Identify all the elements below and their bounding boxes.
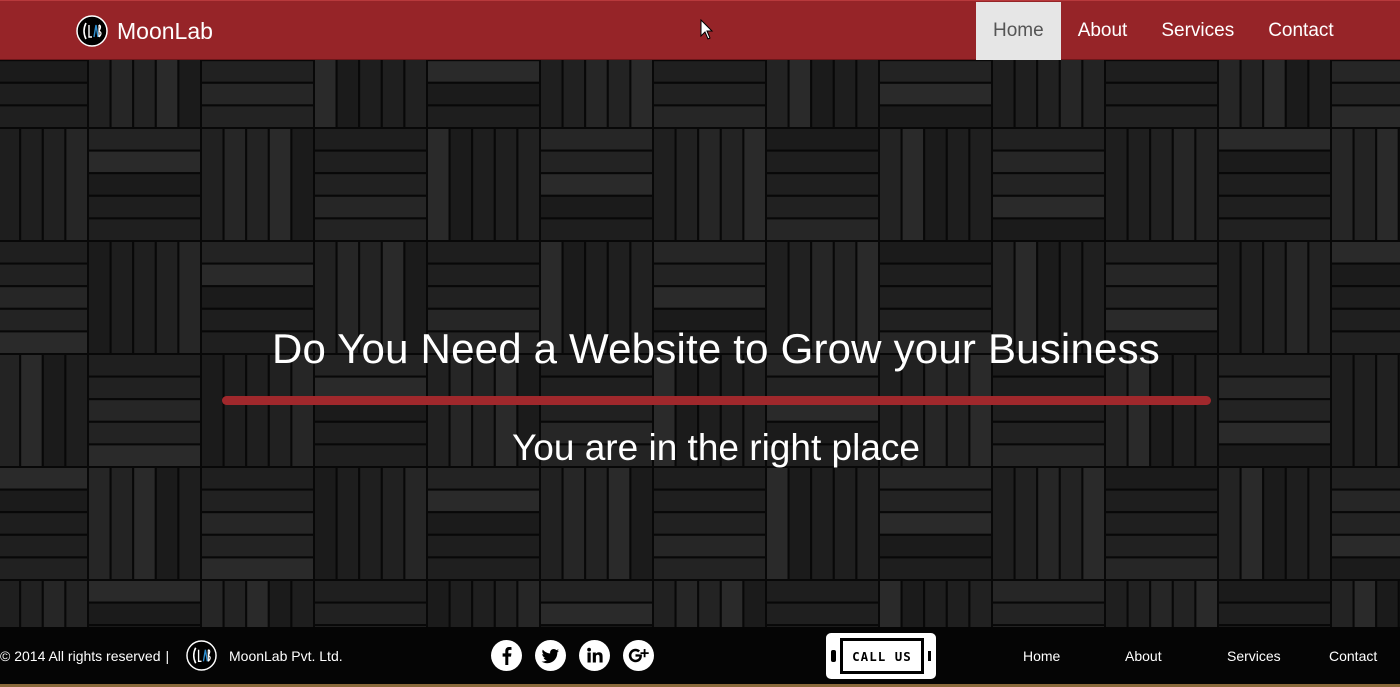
footer-logo-icon <box>186 640 217 671</box>
brand[interactable]: MoonLab <box>76 15 213 47</box>
footer-nav-services[interactable]: Services <box>1227 648 1281 664</box>
social-links <box>491 640 667 671</box>
nav-services[interactable]: Services <box>1144 2 1251 60</box>
facebook-icon[interactable] <box>491 640 522 671</box>
copyright-separator: | <box>165 648 170 664</box>
hero-headline: Do You Need a Website to Grow your Busin… <box>272 325 1160 372</box>
call-us-label: CALL US <box>840 638 924 674</box>
nav-about[interactable]: About <box>1061 2 1145 60</box>
hero-section: Do You Need a Website to Grow your Busin… <box>0 60 1400 627</box>
call-us-button[interactable]: CALL US <box>826 633 936 679</box>
company-name: MoonLab Pvt. Ltd. <box>229 648 343 664</box>
hero-subline: You are in the right place <box>512 427 920 468</box>
hero-divider <box>222 396 1211 405</box>
main-nav: Home About Services Contact <box>976 2 1351 60</box>
phone-speaker-icon <box>831 650 836 662</box>
nav-contact[interactable]: Contact <box>1251 2 1350 60</box>
copyright: © 2014 All rights reserved | <box>0 648 175 664</box>
footer-nav-home[interactable]: Home <box>1023 648 1060 664</box>
footer-nav-contact[interactable]: Contact <box>1329 648 1377 664</box>
footer: © 2014 All rights reserved | MoonLab Pvt… <box>0 627 1400 687</box>
twitter-icon[interactable] <box>535 640 566 671</box>
footer-nav-about[interactable]: About <box>1125 648 1162 664</box>
google-plus-icon[interactable] <box>623 640 654 671</box>
copyright-text: © 2014 All rights reserved <box>0 648 161 664</box>
moonlab-logo-icon <box>76 15 108 47</box>
nav-home[interactable]: Home <box>976 2 1061 60</box>
linkedin-icon[interactable] <box>579 640 610 671</box>
brand-name: MoonLab <box>117 17 213 44</box>
mouse-cursor-icon <box>700 19 714 40</box>
phone-button-icon <box>928 651 931 661</box>
